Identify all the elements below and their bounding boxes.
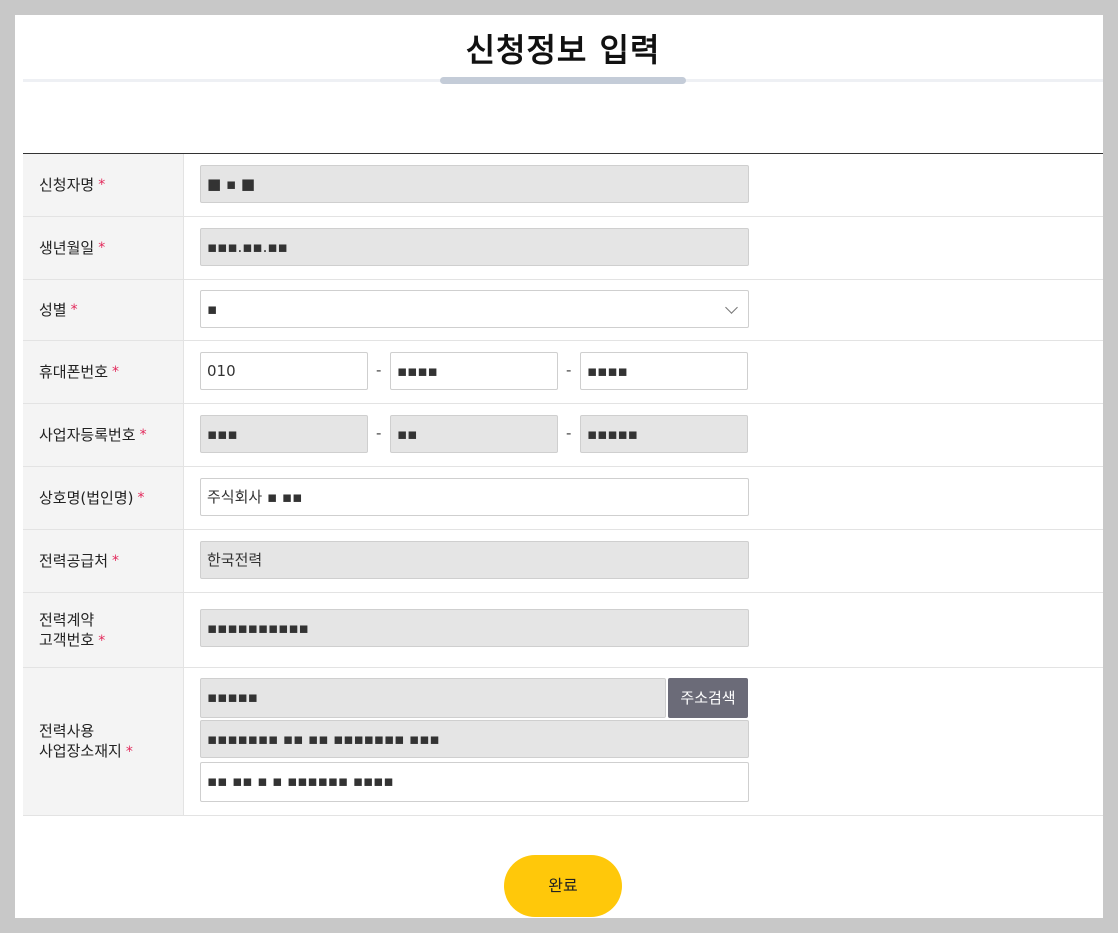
business-number-separator: - [566,424,572,442]
address-line1-input[interactable]: ▪▪▪▪▪▪▪ ▪▪ ▪▪ ▪▪▪▪▪▪▪ ▪▪▪ [200,720,749,758]
required-mark: * [137,490,145,506]
label-gender: 성별 * [23,280,184,340]
power-supplier-input[interactable]: 한국전력 [200,541,749,579]
label-power-supplier: 전력공급처 * [23,530,184,592]
company-name-input[interactable]: 주식회사 ▪ ▪▪ [200,478,749,516]
row-business-number: 사업자등록번호 * ▪▪▪ - ▪▪ - ▪▪▪▪▪ [23,404,1103,467]
row-birth-date: 생년월일 * ▪▪▪.▪▪.▪▪ [23,217,1103,280]
page-title: 신청정보 입력 [465,31,661,69]
label-contract-number: 전력계약 고객번호 * [23,593,184,667]
required-mark: * [98,240,106,256]
required-mark: * [98,177,106,193]
application-form: 신청자명 * ■ ▪ ■ 생년월일 * ▪▪▪.▪▪.▪▪ 성별 * ▪ 휴대폰… [23,153,1103,816]
required-mark: * [98,632,106,649]
required-mark: * [70,302,78,318]
address-line2-input[interactable]: ▪▪ ▪▪ ▪ ▪ ▪▪▪▪▪▪ ▪▪▪▪ [200,762,749,802]
address-search-button[interactable]: 주소검색 [668,678,748,718]
label-business-number: 사업자등록번호 * [23,404,184,466]
mobile-part2-input[interactable]: ▪▪▪▪ [390,352,558,390]
row-gender: 성별 * ▪ [23,280,1103,341]
mobile-separator: - [376,361,382,379]
mobile-part3-input[interactable]: ▪▪▪▪ [580,352,748,390]
business-number-separator: - [376,424,382,442]
gender-select[interactable]: ▪ [200,290,749,328]
label-birth-date: 생년월일 * [23,217,184,279]
required-mark: * [112,553,120,569]
business-number-part3-input[interactable]: ▪▪▪▪▪ [580,415,748,453]
zipcode-input[interactable]: ▪▪▪▪▪ [200,678,666,718]
row-company-name: 상호명(법인명) * 주식회사 ▪ ▪▪ [23,467,1103,530]
row-site-address: 전력사용 사업장소재지 * ▪▪▪▪▪ 주소검색 ▪▪▪▪▪▪▪ ▪▪ ▪▪ ▪▪… [23,668,1103,816]
required-mark: * [125,744,133,760]
label-mobile: 휴대폰번호 * [23,341,184,403]
birth-date-input[interactable]: ▪▪▪.▪▪.▪▪ [200,228,749,266]
row-applicant-name: 신청자명 * ■ ▪ ■ [23,154,1103,217]
application-panel: 신청정보 입력 신청자명 * ■ ▪ ■ 생년월일 * ▪▪▪.▪▪.▪▪ 성별 * [15,15,1103,918]
mobile-separator: - [566,361,572,379]
label-site-address: 전력사용 사업장소재지 * [23,668,184,815]
chevron-down-icon [725,301,738,314]
row-contract-number: 전력계약 고객번호 * ▪▪▪▪▪▪▪▪▪▪ [23,593,1103,668]
applicant-name-input[interactable]: ■ ▪ ■ [200,165,749,203]
business-number-part1-input[interactable]: ▪▪▪ [200,415,368,453]
required-mark: * [112,364,120,380]
label-company-name: 상호명(법인명) * [23,467,184,529]
contract-number-input[interactable]: ▪▪▪▪▪▪▪▪▪▪ [200,609,749,647]
row-power-supplier: 전력공급처 * 한국전력 [23,530,1103,593]
business-number-part2-input[interactable]: ▪▪ [390,415,558,453]
mobile-part1-input[interactable]: 010 [200,352,368,390]
done-button[interactable]: 완료 [504,855,622,917]
title-underline [440,77,686,84]
row-mobile: 휴대폰번호 * 010 - ▪▪▪▪ - ▪▪▪▪ [23,341,1103,404]
required-mark: * [139,427,147,443]
label-applicant-name: 신청자명 * [23,154,184,216]
